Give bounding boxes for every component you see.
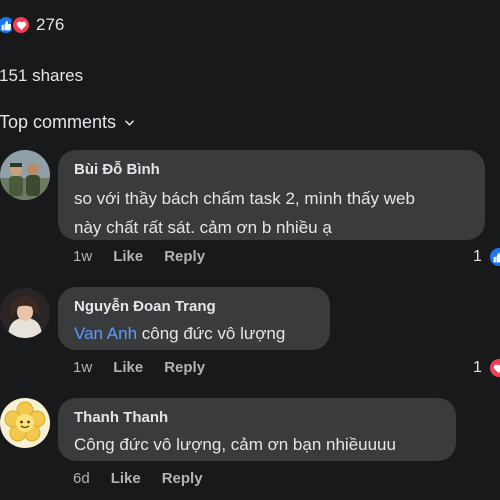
comment-sort-dropdown[interactable]: Top comments: [0, 112, 134, 133]
comment-timestamp[interactable]: 1w: [73, 359, 92, 376]
comment-reaction-count: 1: [473, 359, 482, 376]
like-button[interactable]: Like: [113, 359, 143, 376]
comment-text: Van Anh công đức vô lượng: [74, 319, 314, 348]
comment-author[interactable]: Nguyễn Đoan Trang: [74, 297, 314, 317]
avatar[interactable]: [0, 288, 50, 338]
comment-bubble: Bùi Đỗ Bình so với thầy bách chấm task 2…: [58, 150, 485, 240]
comment-actions: 1w Like Reply: [73, 359, 226, 376]
comment-sort-label: Top comments: [0, 112, 117, 132]
avatar[interactable]: [0, 150, 50, 200]
comment-text: so với thầy bách chấm task 2, mình thấy …: [74, 184, 469, 242]
love-reaction-icon: [11, 15, 31, 35]
comment-text-line: này chất rất sát. cảm ơn b nhiều ạ: [74, 218, 332, 237]
mention-link[interactable]: Van Anh: [74, 324, 137, 343]
comment-bubble: Thanh Thanh Công đức vô lượng, cảm ơn bạ…: [58, 398, 456, 461]
avatar[interactable]: [0, 398, 50, 448]
reply-button[interactable]: Reply: [164, 359, 205, 376]
chevron-down-icon: [125, 119, 134, 126]
comment-actions: 1w Like Reply: [73, 248, 226, 265]
comment-author[interactable]: Bùi Đỗ Bình: [74, 160, 469, 180]
reaction-count: 276: [36, 15, 65, 34]
comment-bubble: Nguyễn Đoan Trang Van Anh công đức vô lư…: [58, 287, 330, 350]
comment-text-line: so với thầy bách chấm task 2, mình thấy …: [74, 189, 415, 208]
comment-author[interactable]: Thanh Thanh: [74, 408, 440, 428]
comment-reaction-count: 1: [473, 248, 482, 265]
like-button[interactable]: Like: [111, 470, 141, 487]
comment-text-body: công đức vô lượng: [137, 324, 286, 343]
like-button[interactable]: Like: [113, 248, 143, 265]
comment-actions: 6d Like Reply: [73, 470, 224, 487]
comment-reactions[interactable]: 1: [473, 357, 500, 379]
reactions-summary[interactable]: 276: [0, 12, 64, 38]
love-icon: [487, 357, 500, 379]
comment-text: Công đức vô lượng, cảm ơn bạn nhiềuuuu: [74, 435, 396, 454]
reply-button[interactable]: Reply: [162, 470, 203, 487]
comment-reactions[interactable]: 1: [473, 246, 500, 268]
comment-timestamp[interactable]: 6d: [73, 470, 90, 487]
comment-timestamp[interactable]: 1w: [73, 248, 92, 265]
like-icon: [487, 246, 500, 268]
reply-button[interactable]: Reply: [164, 248, 205, 265]
shares-count[interactable]: 151 shares: [0, 66, 83, 86]
